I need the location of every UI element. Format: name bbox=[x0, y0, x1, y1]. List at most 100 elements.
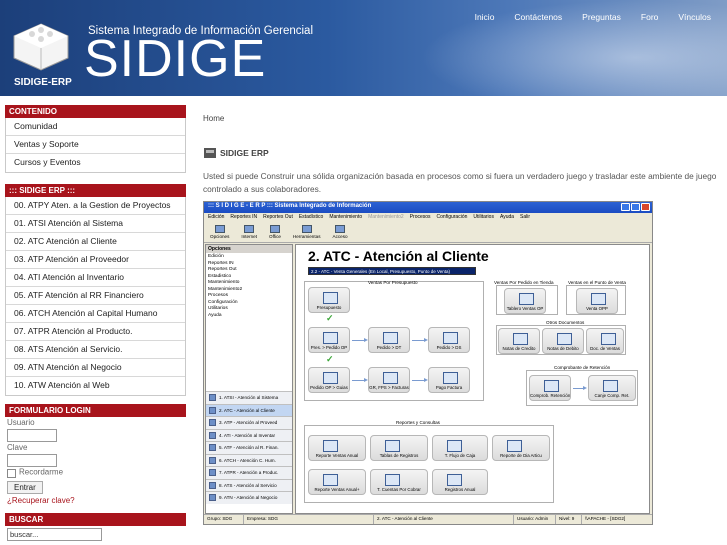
section-label: Comprobante de Retención bbox=[554, 365, 611, 370]
app-module-item: 7. ATPR - Atención a Produc. bbox=[206, 466, 292, 479]
menu-cursos-eventos[interactable]: Cursos y Eventos bbox=[6, 154, 185, 172]
arrow-icon bbox=[352, 338, 368, 342]
node-rep-dia: Reporte de Dia Articu bbox=[492, 435, 550, 461]
module-link-atsi[interactable]: 01. ATSI Atención al Sistema bbox=[6, 215, 185, 233]
status-field: 2. ATC - Atención al Cliente bbox=[374, 515, 514, 524]
username-label: Usuario bbox=[7, 418, 35, 427]
office-icon bbox=[269, 225, 280, 233]
remember-checkbox[interactable] bbox=[7, 469, 16, 478]
app-process-canvas: 2. ATC - Atención al Cliente 2.2 - ATC -… bbox=[295, 244, 650, 514]
key-icon bbox=[335, 225, 346, 233]
login-heading: FORMULARIO LOGIN bbox=[5, 404, 186, 417]
tool-office: Office bbox=[269, 225, 281, 240]
tool-opciones: Opciones bbox=[210, 225, 229, 240]
forgot-password-link[interactable]: ¿Recuperar clave? bbox=[7, 496, 186, 505]
module-icon bbox=[209, 444, 216, 452]
close-icon bbox=[641, 203, 650, 211]
app-module-item: 1. ATSI - Atención al Sistema bbox=[206, 391, 292, 404]
node-tablero-op: Tablero Ventas OP bbox=[504, 288, 546, 314]
module-link-ati[interactable]: 04. ATI Atención al Inventario bbox=[6, 269, 185, 287]
erp-screenshot: ::: S I D I G E - E R P ::: Sistema Inte… bbox=[203, 201, 653, 525]
node-pago-factura: Pago Factura bbox=[428, 367, 470, 393]
node-tablas-registros: Tablas de Registros bbox=[370, 435, 428, 461]
menu-comunidad[interactable]: Comunidad bbox=[6, 118, 185, 136]
password-label: Clave bbox=[7, 443, 28, 452]
menu-ventas-soporte[interactable]: Ventas y Soporte bbox=[6, 136, 185, 154]
sidige-module-list: 00. ATPY Aten. a la Gestion de Proyectos… bbox=[5, 197, 186, 396]
module-link-atn[interactable]: 09. ATN Atención al Negocio bbox=[6, 359, 185, 377]
status-field: \\APACHE - [SDG2] bbox=[585, 516, 626, 521]
intro-text: Usted si puede Construir una sólida orga… bbox=[203, 171, 717, 194]
module-link-atw[interactable]: 10. ATW Atención al Web bbox=[6, 377, 185, 395]
app-menu-item: Reportes Out bbox=[263, 214, 293, 220]
tool-acceso: Acceso bbox=[333, 225, 348, 240]
module-link-atpy[interactable]: 00. ATPY Aten. a la Gestion de Proyectos bbox=[6, 197, 185, 215]
node-rep-anual: Reporte Ventas Anual bbox=[308, 435, 366, 461]
left-sidebar: CONTENIDO Comunidad Ventas y Soporte Cur… bbox=[5, 105, 186, 541]
node-presupuesto: Presupuesto bbox=[308, 287, 350, 313]
app-window-title: ::: S I D I G E - E R P ::: Sistema Inte… bbox=[208, 203, 372, 209]
top-nav: Inicio Contáctenos Preguntas Foro Víncul… bbox=[475, 12, 711, 22]
app-module-item: 5. ATF - Atención al R. Finan. bbox=[206, 441, 292, 454]
arrow-icon bbox=[573, 386, 587, 390]
app-menu-item: Configuración bbox=[436, 214, 468, 220]
login-button[interactable]: Entrar bbox=[7, 481, 43, 494]
password-input[interactable] bbox=[7, 454, 57, 467]
status-field: Grupo: SDG bbox=[204, 515, 244, 524]
app-module-item: 4. ATI - Atención al Inventar bbox=[206, 428, 292, 441]
contenido-list: Comunidad Ventas y Soporte Cursos y Even… bbox=[5, 118, 186, 173]
app-module-item: 9. ATN - Atención al Negocio bbox=[206, 491, 292, 504]
maximize-icon bbox=[631, 203, 640, 211]
window-controls bbox=[621, 203, 650, 211]
search-heading: BUSCAR bbox=[5, 513, 186, 526]
breadcrumb[interactable]: Home bbox=[203, 114, 224, 123]
app-menu-item: Ayuda bbox=[499, 214, 515, 220]
node-gr-fps: GR, FPS > Facturas bbox=[368, 367, 410, 393]
login-form: Usuario Clave Recordarme Entrar ¿Recuper… bbox=[5, 418, 186, 505]
module-buttons: 1. ATSI - Atención al Sistema 2. ATC - A… bbox=[206, 391, 292, 504]
options-icon bbox=[214, 225, 225, 233]
node-flujo-caja: T. Flujo de Caja bbox=[432, 435, 488, 461]
module-link-ats[interactable]: 08. ATS Atención al Servicio. bbox=[6, 341, 185, 359]
module-icon bbox=[209, 494, 216, 502]
app-options-panel: Opciones Edición Reportes IN Reportes Ou… bbox=[205, 244, 293, 514]
nav-contactenos[interactable]: Contáctenos bbox=[514, 12, 562, 22]
app-menu-item: Salir bbox=[520, 214, 531, 220]
module-link-atch[interactable]: 06. ATCH Atención al Capital Humano bbox=[6, 305, 185, 323]
nav-foro[interactable]: Foro bbox=[641, 12, 658, 22]
nav-inicio[interactable]: Inicio bbox=[475, 12, 495, 22]
options-tree: Edición Reportes IN Reportes Out Estadis… bbox=[206, 253, 292, 320]
app-menu-item: Procesos bbox=[409, 214, 431, 220]
username-input[interactable] bbox=[7, 429, 57, 442]
node-pedido-ds: Pedido > DS bbox=[428, 327, 470, 353]
check-icon: ✓ bbox=[326, 354, 334, 364]
section-label: Otros Documentos bbox=[546, 320, 585, 325]
node-canje: Canje Comp. Ret. bbox=[588, 375, 636, 401]
nav-vinculos[interactable]: Vínculos bbox=[678, 12, 711, 22]
module-icon bbox=[209, 481, 216, 489]
node-notas-debito: Notas de Debito bbox=[542, 328, 584, 354]
minimize-icon bbox=[621, 203, 630, 211]
app-menu-item: Utilitarios bbox=[473, 214, 494, 220]
section-label: Reportes y Consultas bbox=[396, 420, 440, 425]
search-input[interactable]: buscar... bbox=[7, 528, 102, 541]
status-field: Usuario: Admin bbox=[514, 515, 556, 524]
section-label: Ventas en el Punto de Venta bbox=[568, 280, 626, 285]
site-header: Inicio Contáctenos Preguntas Foro Víncul… bbox=[0, 0, 727, 96]
module-link-atp[interactable]: 03. ATP Atención al Proveedor bbox=[6, 251, 185, 269]
status-field: Nivel: 9 bbox=[556, 515, 582, 524]
nav-preguntas[interactable]: Preguntas bbox=[582, 12, 621, 22]
module-link-atf[interactable]: 05. ATF Atención al RR Financiero bbox=[6, 287, 185, 305]
app-statusbar: Grupo: SDG Empresa: SDG 2. ATC - Atenció… bbox=[204, 514, 652, 524]
globe-icon bbox=[244, 225, 255, 233]
module-link-atc[interactable]: 02. ATC Atención al Cliente bbox=[6, 233, 185, 251]
app-module-item: 6. ATCH - Atención C. Hum. bbox=[206, 453, 292, 466]
node-rep-anual-plus: Reporte Ventas Anual+ bbox=[308, 469, 366, 495]
module-icon bbox=[209, 419, 216, 427]
node-cuentas-cobrar: T. Cuentas Por Cobrar bbox=[370, 469, 428, 495]
module-link-atpr[interactable]: 07. ATPR Atención al Producto. bbox=[6, 323, 185, 341]
app-menubar: Edición Reportes IN Reportes Out Estadís… bbox=[204, 213, 652, 223]
node-doc-ventas: Doc. de Ventas bbox=[586, 328, 624, 354]
node-pres-pedido: Pres. > Pedido OP bbox=[308, 327, 350, 353]
app-menu-item: Mantenimiento2 bbox=[368, 214, 404, 220]
